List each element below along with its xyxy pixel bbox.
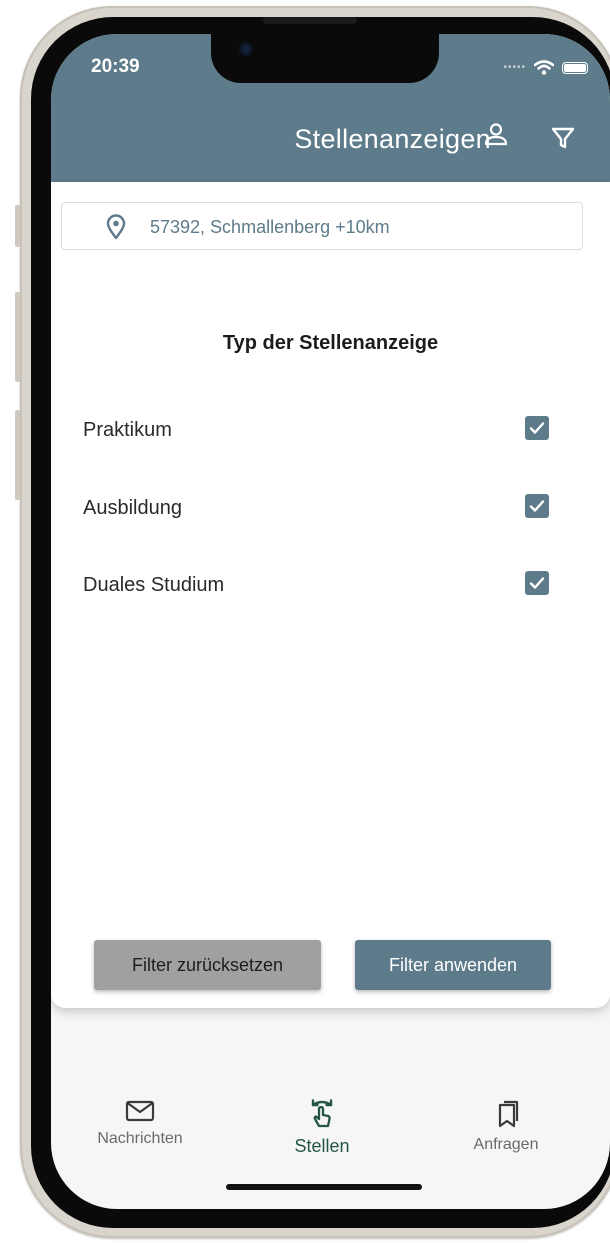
- option-praktikum[interactable]: Praktikum: [83, 411, 549, 451]
- side-button: [15, 292, 20, 382]
- option-label: Ausbildung: [83, 497, 182, 519]
- signal-icon: •••••: [503, 62, 526, 73]
- battery-icon: [562, 61, 588, 74]
- option-label: Duales Studium: [83, 574, 225, 596]
- status-time: 20:39: [91, 56, 140, 77]
- profile-icon[interactable]: [483, 122, 509, 148]
- wifi-icon: [534, 60, 554, 75]
- checkmark-icon: [529, 577, 545, 589]
- screen: 20:39 ••••• Stellenanzeigen 57392, Schma…: [51, 34, 610, 1209]
- mail-icon: [125, 1100, 155, 1122]
- filter-card: 57392, Schmallenberg +10km Typ der Stell…: [51, 182, 610, 1008]
- reset-filter-button[interactable]: Filter zurücksetzen: [94, 940, 321, 990]
- speaker: [263, 17, 357, 24]
- location-field[interactable]: 57392, Schmallenberg +10km: [61, 202, 583, 250]
- option-label: Praktikum: [83, 419, 172, 441]
- option-duales-studium[interactable]: Duales Studium: [83, 566, 549, 606]
- tab-nachrichten[interactable]: Nachrichten: [80, 1099, 200, 1148]
- page-title: Stellenanzeigen: [294, 124, 491, 154]
- tab-label: Nachrichten: [97, 1130, 183, 1147]
- notch: [211, 34, 439, 83]
- checkmark-icon: [529, 422, 545, 434]
- section-title: Typ der Stellenanzeige: [222, 332, 439, 354]
- camera: [239, 42, 253, 56]
- checkbox-duales-studium[interactable]: [525, 571, 549, 595]
- tab-label: Stellen: [294, 1136, 350, 1156]
- location-text: 57392, Schmallenberg +10km: [150, 217, 390, 237]
- checkmark-icon: [529, 500, 545, 512]
- home-indicator[interactable]: [226, 1184, 422, 1190]
- side-button: [15, 410, 20, 500]
- filter-icon[interactable]: [551, 126, 575, 150]
- tab-stellen[interactable]: Stellen: [262, 1099, 382, 1157]
- bookmark-icon: [498, 1100, 519, 1128]
- location-pin-icon: [106, 214, 126, 240]
- hand-swipe-icon: [311, 1099, 333, 1128]
- option-ausbildung[interactable]: Ausbildung: [83, 489, 549, 529]
- tab-anfragen[interactable]: Anfragen: [446, 1099, 566, 1154]
- apply-filter-button[interactable]: Filter anwenden: [355, 940, 551, 990]
- status-indicators: •••••: [503, 60, 588, 75]
- tab-label: Anfragen: [473, 1136, 539, 1153]
- checkbox-praktikum[interactable]: [525, 416, 549, 440]
- side-button: [15, 205, 20, 247]
- checkbox-ausbildung[interactable]: [525, 494, 549, 518]
